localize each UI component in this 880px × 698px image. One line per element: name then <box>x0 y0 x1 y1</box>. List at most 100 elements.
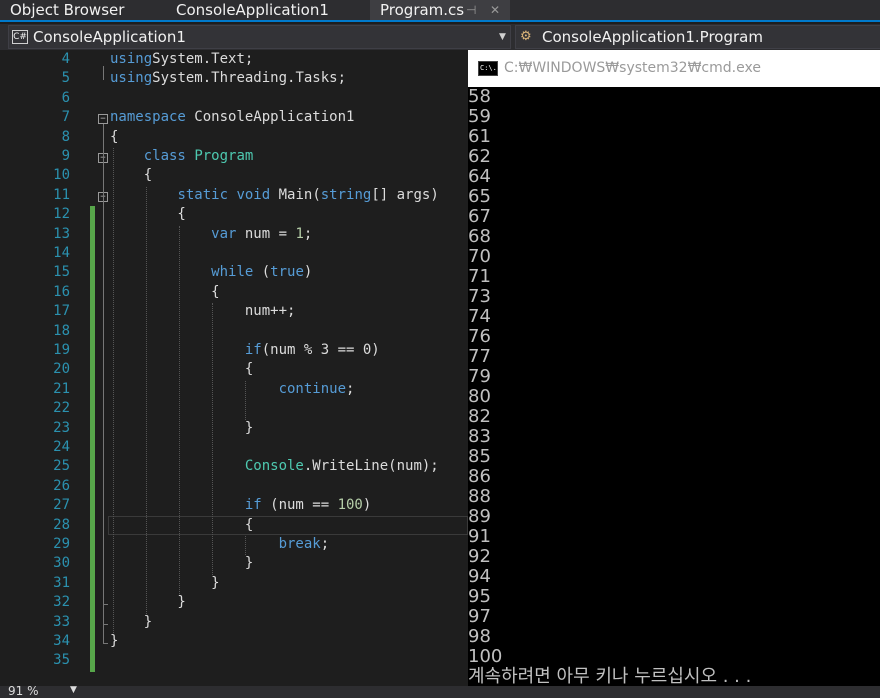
code-line[interactable]: { <box>110 129 118 148</box>
code-token: } <box>110 613 153 630</box>
code-line[interactable]: if(num % 3 == 0) <box>110 342 380 361</box>
zoom-level[interactable]: 91 % <box>8 684 39 698</box>
code-token: { <box>110 128 119 145</box>
fold-end-tick <box>103 643 108 644</box>
line-number: 25 <box>53 458 70 475</box>
code-token: { <box>110 516 254 533</box>
console-title-bar[interactable]: C:\. C:₩WINDOWS₩system32₩cmd.exe <box>468 50 880 87</box>
console-output-line: 94 <box>468 566 491 587</box>
chevron-down-icon[interactable]: ▼ <box>499 26 506 48</box>
code-token: { <box>110 206 186 223</box>
fold-range-line <box>103 201 104 605</box>
type-dropdown[interactable]: ⚙ ConsoleApplication1.Program <box>515 25 880 49</box>
console-output-line: 59 <box>468 106 491 127</box>
code-token: ( <box>253 264 271 281</box>
code-line[interactable]: } <box>110 614 152 633</box>
code-token: num = <box>236 225 296 242</box>
code-token: } <box>110 633 119 649</box>
code-line[interactable]: var num = 1; <box>110 226 312 245</box>
tab-label: ConsoleApplication1 <box>176 1 329 19</box>
keyword-token: if <box>244 342 262 358</box>
code-line[interactable]: usingSystem.Text; <box>110 51 253 70</box>
code-line[interactable]: { <box>110 361 253 380</box>
code-line[interactable]: } <box>110 594 186 613</box>
code-token: .WriteLine(num); <box>303 458 439 475</box>
fold-end-tick <box>103 604 108 606</box>
code-line[interactable]: { <box>110 206 186 225</box>
zoom-chevron-icon[interactable]: ▼ <box>70 685 77 695</box>
console-output-line: 65 <box>468 186 491 207</box>
code-line[interactable]: } <box>110 574 220 594</box>
indent-guide <box>179 225 180 595</box>
console-output-line: 74 <box>468 306 491 327</box>
code-token: { <box>110 361 254 378</box>
console-output-line: 86 <box>468 466 491 487</box>
line-number: 32 <box>53 594 70 611</box>
code-token: { <box>110 167 153 184</box>
tab-label: Program.cs <box>380 1 465 19</box>
collapse-icon[interactable]: − <box>98 114 108 125</box>
type-token: Program <box>194 148 254 164</box>
code-line[interactable]: { <box>110 517 253 536</box>
close-icon[interactable]: ✕ <box>490 0 500 20</box>
code-token: } <box>110 574 220 591</box>
code-line[interactable]: num++; <box>110 303 296 322</box>
console-output-line: 98 <box>468 626 491 647</box>
line-number: 14 <box>53 245 70 261</box>
code-token: System.Threading.Tasks; <box>152 70 347 87</box>
code-token: ; <box>303 225 313 242</box>
keyword-token: static <box>177 186 229 203</box>
code-line[interactable]: usingSystem.Threading.Tasks; <box>110 70 346 89</box>
tab-object-browser[interactable]: Object Browser <box>0 0 168 20</box>
code-token: [] args) <box>371 186 439 203</box>
console-output-line: 88 <box>468 486 491 507</box>
console-window[interactable]: C:\. C:₩WINDOWS₩system32₩cmd.exe 58 59 61 6… <box>468 50 880 690</box>
document-tab-strip: Object Browser ConsoleApplication1 Progr… <box>0 0 880 22</box>
tab-consoleapplication1[interactable]: ConsoleApplication1 <box>166 0 370 20</box>
code-token: ; <box>346 380 355 397</box>
keyword-token: namespace <box>110 109 186 126</box>
code-line[interactable]: } <box>110 420 253 439</box>
code-line[interactable]: class Program <box>110 148 254 167</box>
console-output-line: 64 <box>468 166 491 187</box>
code-line[interactable]: if (num == 100) <box>110 497 371 516</box>
project-dropdown[interactable]: C# ConsoleApplication1 ▼ <box>8 25 511 49</box>
line-number: 11 <box>53 186 70 203</box>
code-line[interactable]: namespace ConsoleApplication1 <box>110 109 354 128</box>
line-number: 21 <box>53 380 70 397</box>
keyword-token: continue <box>278 380 347 397</box>
code-token: } <box>110 594 186 611</box>
code-token: } <box>110 555 254 572</box>
line-number: 10 <box>53 167 70 184</box>
code-line[interactable]: } <box>110 633 118 652</box>
console-output-line: 62 <box>468 146 491 167</box>
line-number: 12 <box>53 206 70 223</box>
line-number: 28 <box>53 516 70 533</box>
line-number: 13 <box>53 225 70 242</box>
console-output-line: 76 <box>468 326 491 347</box>
keyword-token: true <box>270 264 304 281</box>
line-number: 31 <box>53 574 70 591</box>
pin-icon[interactable]: ⊣ <box>466 0 476 20</box>
code-line[interactable]: break; <box>110 536 330 555</box>
code-line[interactable]: Console.WriteLine(num); <box>110 458 439 477</box>
line-number: 33 <box>53 613 70 630</box>
code-line[interactable]: { <box>110 167 152 186</box>
code-line[interactable]: static void Main(string[] args) <box>110 186 439 206</box>
keyword-token: void <box>236 186 271 203</box>
line-number: 17 <box>53 303 70 320</box>
console-output-line: 92 <box>468 546 491 567</box>
code-token: (num % 3 == 0) <box>261 342 380 358</box>
code-line[interactable]: } <box>110 555 253 574</box>
line-number: 4 <box>61 51 70 67</box>
type-token: Console <box>244 458 304 475</box>
editor-status-bar: 91 % ▼ <box>0 684 880 698</box>
console-output-line: 89 <box>468 506 491 527</box>
code-line[interactable]: while (true) <box>110 264 312 283</box>
code-line[interactable]: { <box>110 284 219 303</box>
console-output-line: 61 <box>468 126 491 147</box>
console-title: C:₩WINDOWS₩system32₩cmd.exe <box>504 60 761 76</box>
tab-program-cs[interactable]: Program.cs ⊣ ✕ <box>370 0 510 20</box>
